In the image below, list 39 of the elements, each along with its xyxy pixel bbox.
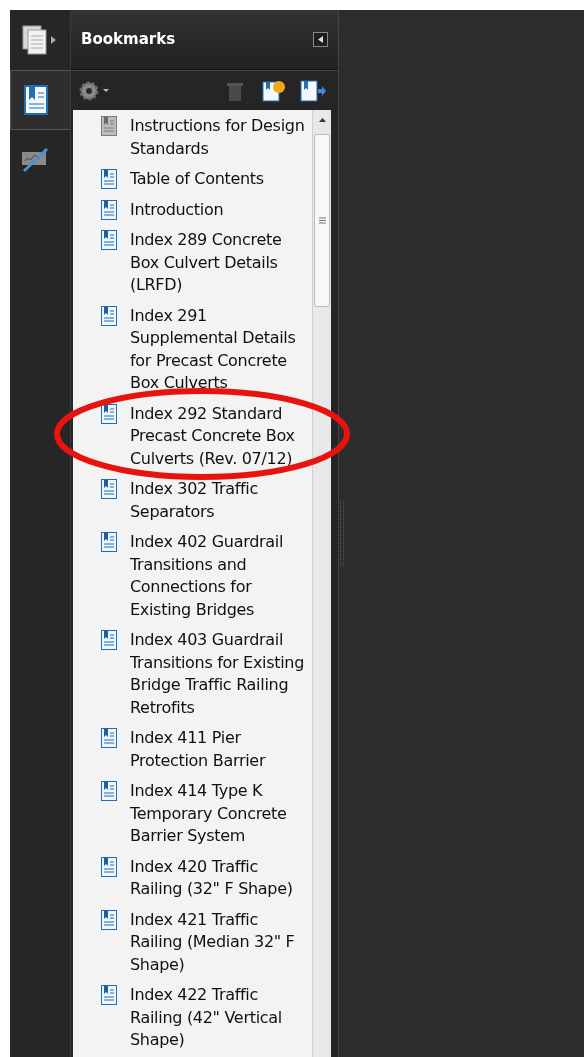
signature-icon[interactable] [21,147,49,173]
export-bookmark-icon[interactable] [300,79,326,102]
bookmark-icon [101,169,117,189]
bookmarks-tab-icon[interactable] [24,85,48,115]
collapse-button[interactable] [313,32,328,47]
bookmark-icon [101,479,117,499]
bookmark-label[interactable]: Index 411 Pier Protection Barrier [130,727,310,772]
bookmark-label[interactable]: Index 402 Guardrail Transitions and Connections for Existing Bridges [130,531,310,621]
pages-icon[interactable] [22,25,48,55]
bookmark-icon [101,909,117,930]
bookmark-label[interactable]: Table of Contents [130,168,264,191]
caret-icon[interactable] [51,36,56,44]
bookmark-label[interactable]: Index 414 Type K Temporary Concrete Barrier System [130,780,310,848]
bookmark-icon [101,532,117,552]
bookmark-icon [101,403,117,424]
bookmark-icon [101,630,117,650]
bookmark-label[interactable]: Instructions for Design Standards [130,115,310,160]
panel-title: Bookmarks [81,29,176,51]
bookmark-label[interactable]: Introduction [130,198,224,221]
bookmark-icon [101,728,117,748]
bookmark-icon [101,781,117,801]
bookmark-label[interactable]: Index 302 Traffic Separators [130,478,310,523]
bookmark-icon [101,116,117,136]
bookmark-label[interactable]: Index 289 Concrete Box Culvert Details (LRFD) [130,229,310,297]
bookmark-label[interactable]: Index 291 Supplemental Details for Precast Concrete Box Culverts [130,304,310,395]
bookmark-label[interactable]: Index 420 Traffic Railing (32" F Shape) [130,855,310,901]
bookmark-icon [101,305,117,326]
gear-icon[interactable] [79,80,111,101]
scrollbar-thumb[interactable] [314,134,330,307]
bookmark-label[interactable]: Index 403 Guardrail Transitions for Existing Bridge Traffic Railing Retrofits [130,629,310,719]
bookmark-icon [101,985,117,1005]
bookmark-icon [101,199,117,220]
caret-icon [318,118,326,122]
bookmark-label[interactable]: Index 422 Traffic Railing (42" Vertical Shape) [130,984,310,1052]
caret-icon [318,36,323,43]
bookmark-icon [101,230,117,250]
bookmark-label[interactable]: Index 421 Traffic Railing (Median 32" F Shape) [130,908,310,976]
bookmark-icon [101,856,117,877]
new-bookmark-icon[interactable] [262,79,286,102]
